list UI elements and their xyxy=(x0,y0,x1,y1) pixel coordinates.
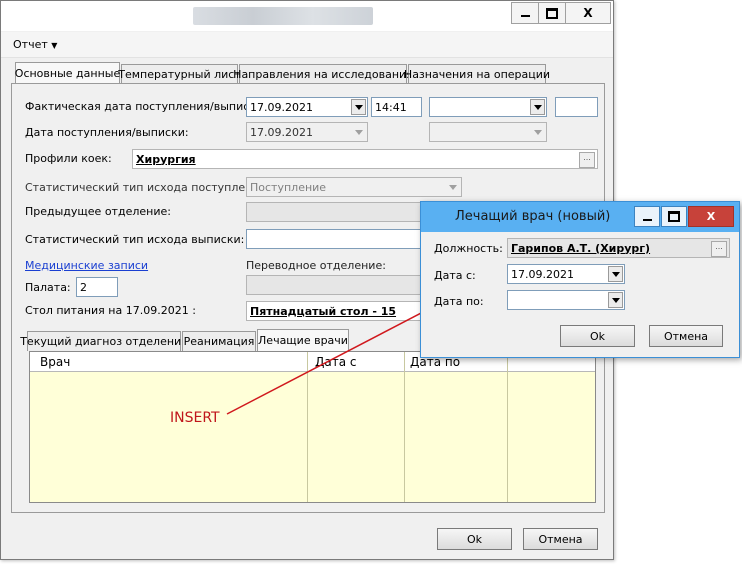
dialog-cancel-button[interactable]: Отмена xyxy=(649,325,723,347)
dialog-title: Лечащий врач (новый) xyxy=(455,209,611,224)
date-from-value: 17.09.2021 xyxy=(511,267,574,281)
ellipsis-button[interactable]: ... xyxy=(711,241,727,257)
close-icon: X xyxy=(706,210,716,223)
maximize-icon xyxy=(668,211,680,222)
dialog-minimize-button[interactable] xyxy=(634,206,660,227)
minimize-icon xyxy=(642,218,652,221)
calendar-dropdown-icon[interactable] xyxy=(608,292,623,308)
position-field: Гарипов А.Т. (Хирург) ... xyxy=(507,238,730,258)
date-to-label: Дата по: xyxy=(434,295,484,308)
doctor-dialog: Лечащий врач (новый) X Должность: Гарипо… xyxy=(420,201,740,358)
position-value: Гарипов А.Т. (Хирург) xyxy=(511,241,651,255)
date-to-field[interactable] xyxy=(507,290,625,310)
dialog-maximize-button[interactable] xyxy=(661,206,687,227)
date-from-label: Дата с: xyxy=(434,269,476,282)
dialog-close-button[interactable]: X xyxy=(688,206,734,227)
dialog-ok-button[interactable]: Ok xyxy=(560,325,635,347)
dialog-cancel-label: Отмена xyxy=(663,329,709,343)
date-from-field[interactable]: 17.09.2021 xyxy=(507,264,625,284)
position-label: Должность: xyxy=(434,242,503,255)
dialog-ok-label: Ok xyxy=(589,329,606,343)
calendar-dropdown-icon[interactable] xyxy=(608,266,623,282)
dialog-title-bar: Лечащий врач (новый) X xyxy=(421,202,739,232)
